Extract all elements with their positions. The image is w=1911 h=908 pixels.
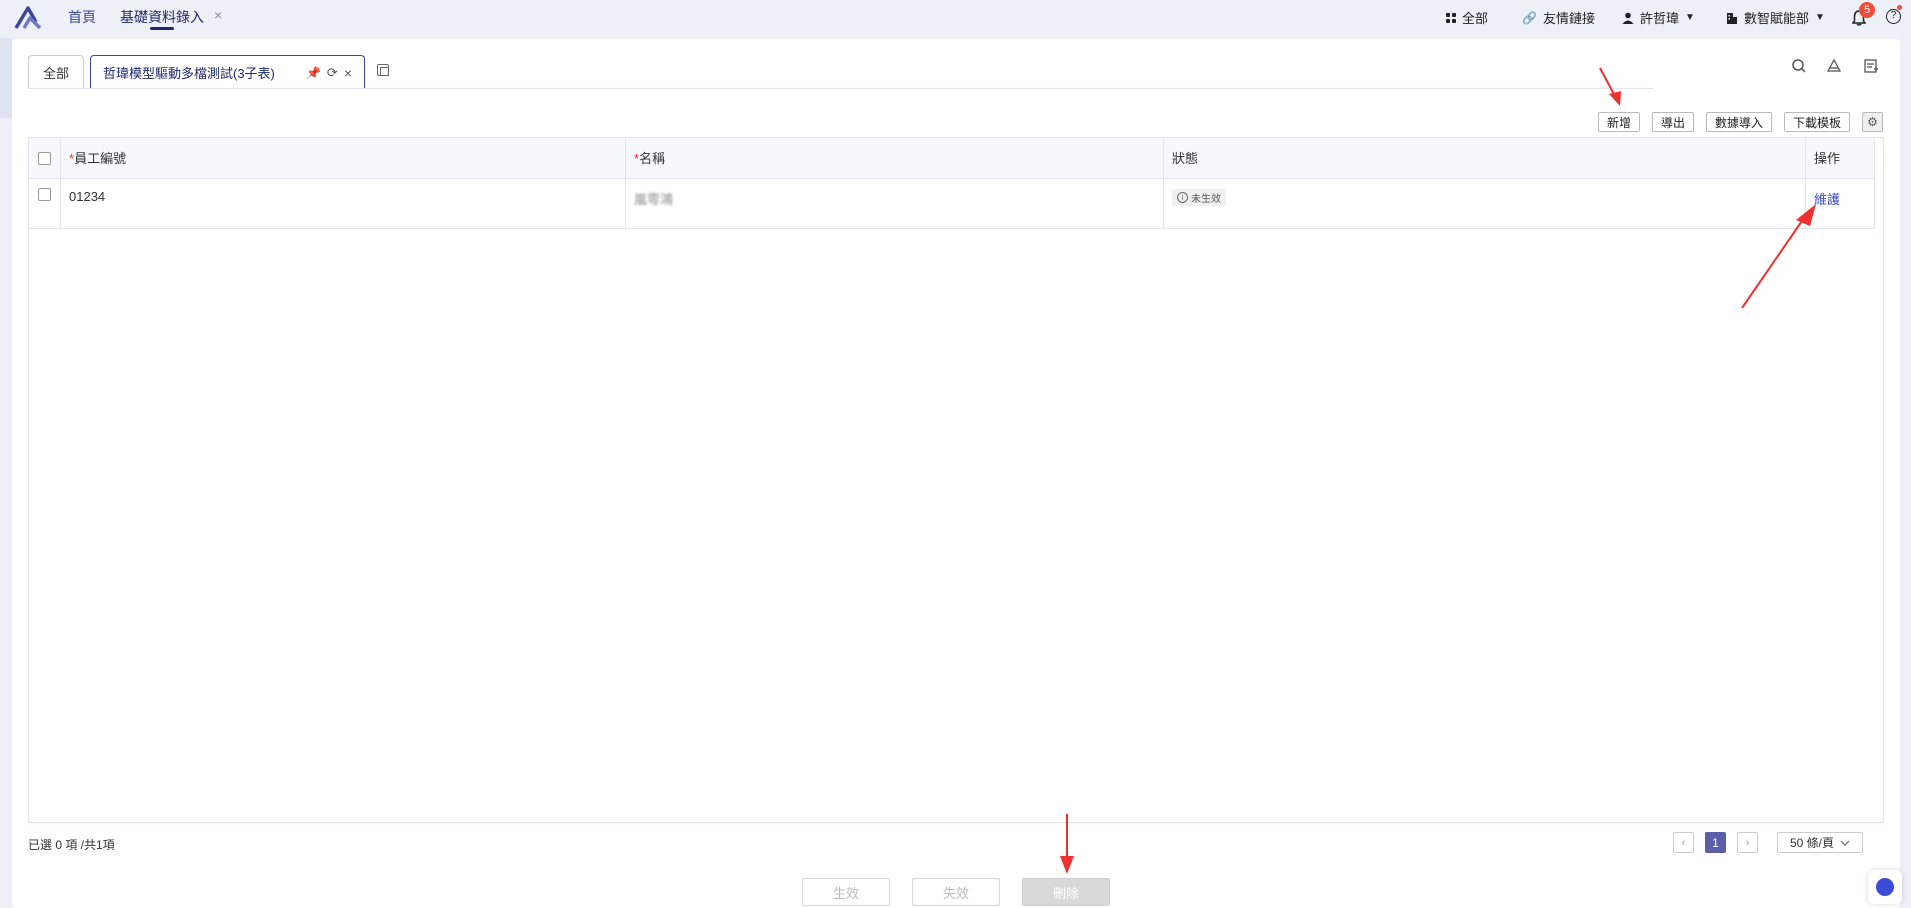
activate-button[interactable]: 生效 bbox=[802, 878, 890, 906]
department-menu[interactable]: 數智賦能部 ▼ bbox=[1726, 8, 1825, 27]
tab-model-label: 哲瑋模型驅動多檔測試(3子表) bbox=[103, 66, 275, 81]
tab-all[interactable]: 全部 bbox=[28, 55, 84, 89]
select-all-checkbox[interactable] bbox=[38, 152, 51, 165]
data-import-button[interactable]: 數據導入 bbox=[1706, 112, 1772, 132]
download-template-button[interactable]: 下載模板 bbox=[1784, 112, 1850, 132]
chevron-right-icon: › bbox=[1745, 836, 1750, 849]
tab-model-test[interactable]: 哲瑋模型驅動多檔測試(3子表) 📌 ⟳ × bbox=[90, 55, 365, 89]
user-icon bbox=[1622, 12, 1634, 24]
help-dot-icon bbox=[1897, 5, 1902, 10]
deactivate-button[interactable]: 失效 bbox=[912, 878, 1000, 906]
add-button[interactable]: 新增 bbox=[1598, 112, 1640, 132]
header-status-label: 狀態 bbox=[1172, 151, 1199, 166]
all-apps-label: 全部 bbox=[1462, 11, 1489, 26]
header-name-label: 名稱 bbox=[639, 151, 666, 166]
close-icon[interactable]: × bbox=[344, 65, 352, 81]
page-number-button[interactable]: 1 bbox=[1705, 832, 1726, 853]
notification-badge: 5 bbox=[1859, 2, 1875, 18]
close-tab-icon[interactable]: × bbox=[214, 7, 222, 23]
edit-list-icon[interactable] bbox=[1863, 58, 1879, 74]
table-row[interactable]: 01234 嵐雩鴻 i 未生效 維護 bbox=[29, 179, 1875, 229]
header-status[interactable]: 狀態 bbox=[1164, 138, 1806, 179]
cell-action: 維護 bbox=[1806, 179, 1875, 229]
delete-button[interactable]: 刪除 bbox=[1022, 878, 1110, 906]
help-icon[interactable]: ? bbox=[1886, 9, 1901, 24]
gear-icon: ⚙ bbox=[1867, 115, 1878, 129]
user-menu[interactable]: 許哲瑋 ▼ bbox=[1622, 8, 1695, 27]
chevron-down-icon bbox=[1840, 840, 1850, 846]
tabs-divider bbox=[28, 88, 1654, 89]
building-icon bbox=[1727, 12, 1737, 24]
selection-summary: 已選 0 項 /共1項 bbox=[28, 838, 115, 852]
next-page-button[interactable]: › bbox=[1737, 832, 1758, 853]
active-tab-indicator bbox=[150, 27, 174, 30]
table-settings-button[interactable]: ⚙ bbox=[1862, 112, 1883, 132]
table-header: *員工編號 *名稱 狀態 操作 bbox=[29, 138, 1875, 179]
friend-link-menu[interactable]: 🔗 友情鏈接 bbox=[1522, 8, 1595, 27]
row-select-cell bbox=[29, 179, 61, 229]
app-logo-icon[interactable] bbox=[14, 6, 44, 30]
header-action-label: 操作 bbox=[1814, 151, 1841, 166]
cell-status: i 未生效 bbox=[1164, 179, 1806, 229]
search-icon[interactable] bbox=[1791, 58, 1807, 74]
status-badge-label: 未生效 bbox=[1191, 194, 1221, 205]
department-name: 數智賦能部 bbox=[1744, 11, 1810, 26]
caret-down-icon: ▼ bbox=[1685, 12, 1695, 23]
cell-name-value: 嵐雩鴻 bbox=[634, 192, 674, 207]
pin-icon[interactable]: 📌 bbox=[306, 66, 321, 80]
link-icon: 🔗 bbox=[1522, 10, 1537, 25]
header-emp-no-label: 員工編號 bbox=[74, 151, 127, 166]
refresh-icon[interactable]: ⟳ bbox=[327, 65, 338, 81]
maintain-link[interactable]: 維護 bbox=[1814, 192, 1840, 207]
all-apps-menu[interactable]: 全部 bbox=[1446, 8, 1488, 27]
cell-name: 嵐雩鴻 bbox=[626, 179, 1164, 229]
prev-page-button[interactable]: ‹ bbox=[1673, 832, 1694, 853]
grid-icon bbox=[1446, 12, 1456, 23]
top-navigation: 首頁 基礎資料錄入 × 全部 🔗 友情鏈接 許哲瑋 ▼ 數智賦能部 ▼ 5 ? bbox=[0, 0, 1911, 38]
header-select-cell bbox=[29, 138, 61, 179]
chat-icon bbox=[1876, 878, 1894, 896]
friend-link-label: 友情鏈接 bbox=[1542, 11, 1595, 26]
page-size-value: 50 條/頁 bbox=[1789, 836, 1835, 850]
tab-all-label: 全部 bbox=[42, 66, 69, 81]
user-name: 許哲瑋 bbox=[1640, 11, 1680, 26]
chevron-left-icon: ‹ bbox=[1681, 836, 1686, 849]
header-emp-no[interactable]: *員工編號 bbox=[61, 138, 626, 179]
clear-filter-icon[interactable] bbox=[1826, 58, 1842, 74]
nav-home-tab[interactable]: 首頁 bbox=[68, 7, 96, 27]
export-button[interactable]: 導出 bbox=[1652, 112, 1694, 132]
header-action: 操作 bbox=[1806, 138, 1875, 179]
cell-emp-no: 01234 bbox=[61, 179, 626, 229]
row-checkbox[interactable] bbox=[38, 188, 51, 201]
info-icon: i bbox=[1177, 192, 1188, 203]
status-badge: i 未生效 bbox=[1172, 189, 1226, 206]
caret-down-icon: ▼ bbox=[1815, 12, 1825, 23]
data-table: *員工編號 *名稱 狀態 操作 01234 嵐雩鴻 i 未生效 維護 bbox=[28, 137, 1884, 823]
nav-basic-data-tab[interactable]: 基礎資料錄入 bbox=[120, 7, 204, 27]
header-name[interactable]: *名稱 bbox=[626, 138, 1164, 179]
page-size-select[interactable]: 50 條/頁 bbox=[1777, 832, 1863, 853]
side-strip bbox=[0, 38, 12, 118]
chat-button[interactable] bbox=[1868, 870, 1902, 904]
copy-icon[interactable] bbox=[377, 64, 389, 76]
